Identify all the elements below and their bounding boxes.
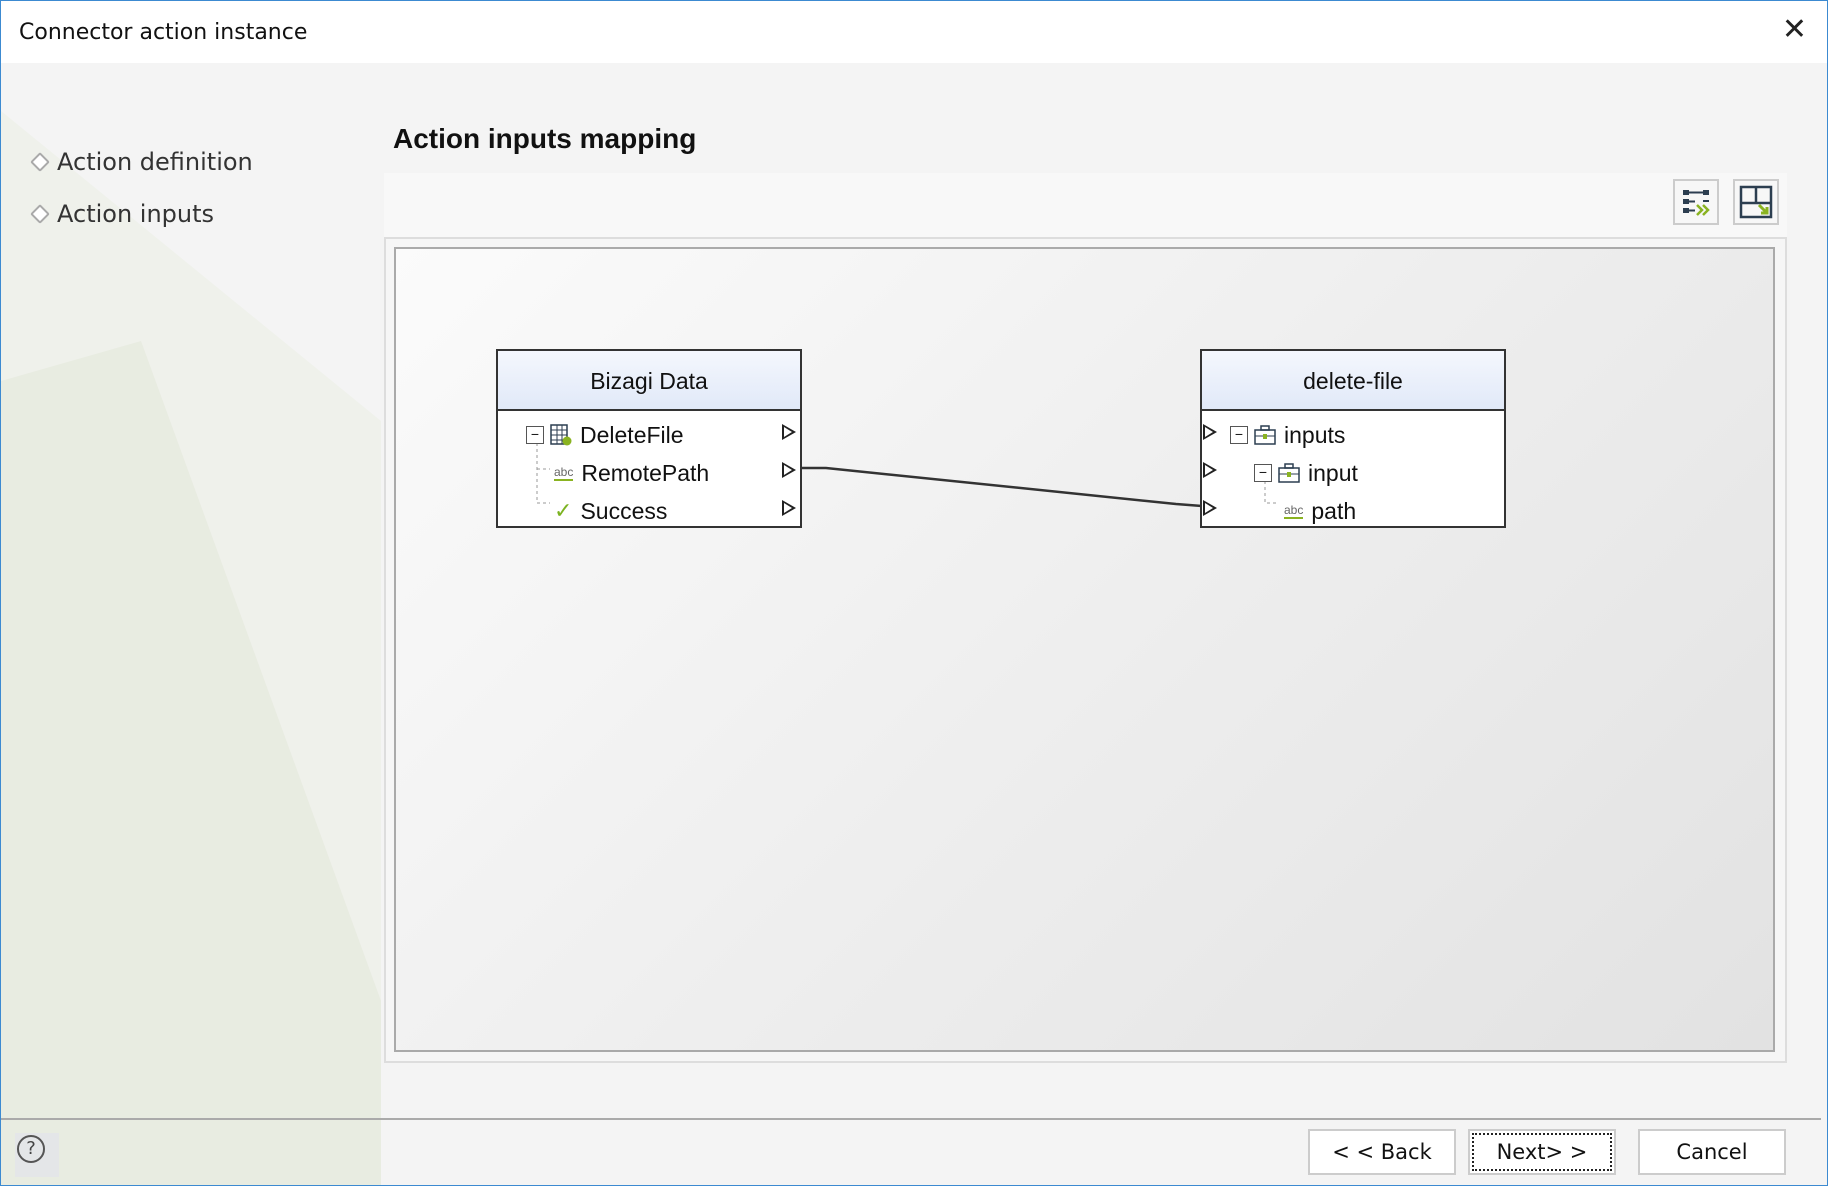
back-button[interactable]: < < Back (1308, 1129, 1456, 1175)
auto-map-icon (1683, 190, 1710, 216)
cancel-button[interactable]: Cancel (1638, 1129, 1786, 1175)
nav-label: Action definition (57, 148, 253, 176)
target-schema-box: delete-file − inputs − input abc path (1200, 349, 1506, 528)
connection-line[interactable] (800, 466, 1203, 508)
object-icon (1278, 463, 1300, 483)
source-item-deletefile[interactable]: − DeleteFile (526, 418, 684, 452)
output-port-icon[interactable] (782, 424, 796, 440)
item-label: RemotePath (581, 459, 710, 486)
target-item-inputs[interactable]: − inputs (1230, 418, 1345, 452)
output-port-icon[interactable] (782, 500, 796, 516)
source-schema-box: Bizagi Data − DeleteFile abc RemotePath … (496, 349, 802, 528)
source-schema-title: Bizagi Data (498, 351, 800, 411)
close-icon[interactable]: ✕ (1782, 13, 1807, 47)
mapping-canvas[interactable]: Bizagi Data − DeleteFile abc RemotePath … (394, 247, 1775, 1052)
window-title: Connector action instance (19, 20, 308, 45)
target-item-input[interactable]: − input (1254, 456, 1358, 490)
target-item-path[interactable]: abc path (1284, 494, 1356, 528)
input-port-icon[interactable] (1203, 500, 1217, 516)
collapse-icon[interactable]: − (1230, 426, 1248, 444)
fit-view-button[interactable] (1733, 179, 1779, 225)
nav-item-action-inputs[interactable]: Action inputs (30, 200, 215, 228)
source-item-remotepath[interactable]: abc RemotePath (554, 456, 709, 490)
item-label: inputs (1284, 421, 1346, 448)
footer-divider (1, 1118, 1821, 1120)
object-icon (1254, 425, 1276, 445)
output-port-icon[interactable] (782, 462, 796, 478)
mapping-toolbar (384, 173, 1787, 237)
help-icon: ? (17, 1135, 45, 1163)
entity-table-icon (550, 424, 572, 446)
input-port-icon[interactable] (1203, 462, 1217, 478)
bullet-icon (30, 204, 50, 224)
nav-item-action-definition[interactable]: Action definition (30, 148, 253, 176)
collapse-icon[interactable]: − (526, 426, 544, 444)
target-schema-title: delete-file (1202, 351, 1504, 411)
input-port-icon[interactable] (1203, 424, 1217, 440)
nav-label: Action inputs (57, 200, 215, 228)
help-button[interactable]: ? (15, 1133, 59, 1177)
bullet-icon (30, 152, 50, 172)
item-label: input (1308, 459, 1358, 486)
item-label: Success (580, 497, 668, 524)
item-label: path (1311, 497, 1357, 524)
page-title: Action inputs mapping (393, 123, 697, 154)
collapse-icon[interactable]: − (1254, 464, 1272, 482)
next-button[interactable]: Next> > (1468, 1129, 1616, 1175)
title-bar: Connector action instance ✕ (1, 1, 1827, 63)
item-label: DeleteFile (580, 421, 684, 448)
boolean-check-icon: ✓ (554, 498, 573, 523)
source-item-success[interactable]: ✓ Success (554, 494, 667, 528)
fit-view-icon (1739, 185, 1773, 219)
auto-map-button[interactable] (1673, 179, 1719, 225)
dialog-window: Connector action instance ✕ Action defin… (0, 0, 1828, 1186)
string-abc-icon: abc (1284, 503, 1304, 519)
mapping-canvas-frame: Bizagi Data − DeleteFile abc RemotePath … (384, 237, 1787, 1063)
string-abc-icon: abc (554, 465, 574, 481)
